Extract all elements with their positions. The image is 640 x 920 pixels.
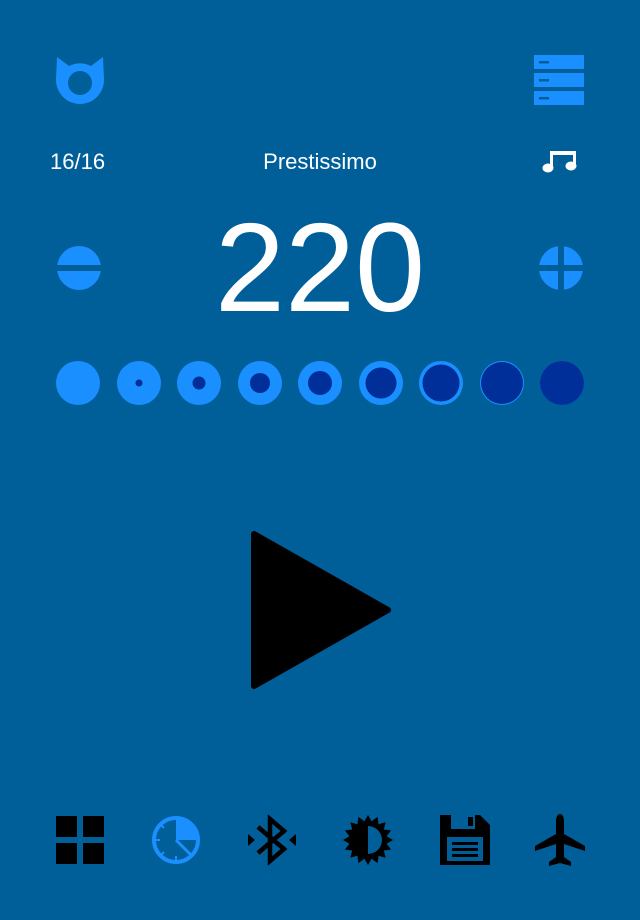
music-notes-icon[interactable] (542, 149, 578, 173)
accent-level-dot[interactable] (479, 361, 524, 405)
accent-level-fill (540, 361, 584, 405)
accent-level-fill (308, 371, 332, 395)
grid-icon[interactable] (56, 816, 104, 864)
play-icon[interactable] (250, 530, 392, 692)
brightness-icon[interactable] (342, 814, 394, 866)
accent-level-selector (56, 361, 584, 405)
accent-level-fill (480, 362, 523, 404)
accent-level-dot[interactable] (358, 361, 403, 405)
timer-icon[interactable] (151, 815, 201, 865)
accent-level-dot[interactable] (177, 361, 221, 405)
bluetooth-icon[interactable] (246, 811, 298, 869)
accent-level-dot[interactable] (540, 361, 584, 405)
accent-level-dot[interactable] (116, 361, 161, 405)
accent-level-fill (135, 379, 142, 387)
accent-level-dot[interactable] (419, 361, 463, 405)
accent-level-dot[interactable] (237, 361, 282, 405)
accent-level-fill (192, 376, 206, 390)
accent-level-fill (422, 364, 460, 402)
list-menu-icon[interactable] (534, 55, 586, 105)
cat-face-icon[interactable] (54, 54, 106, 106)
save-icon[interactable] (440, 815, 490, 865)
accent-level-dot[interactable] (56, 361, 100, 405)
accent-level-dot[interactable] (298, 361, 342, 405)
accent-level-fill (249, 373, 270, 393)
airplane-mode-icon[interactable] (534, 812, 586, 868)
plus-circle-icon[interactable] (538, 245, 584, 291)
accent-level-fill (365, 367, 396, 399)
